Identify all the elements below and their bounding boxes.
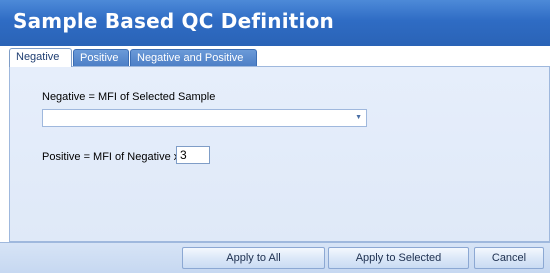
tab-positive[interactable]: Positive <box>73 49 129 66</box>
tab-negative-and-positive[interactable]: Negative and Positive <box>130 49 257 66</box>
apply-to-selected-button[interactable]: Apply to Selected <box>328 247 469 269</box>
dialog-header: Sample Based QC Definition <box>0 0 550 46</box>
dialog-title: Sample Based QC Definition <box>13 9 334 33</box>
tab-negative[interactable]: Negative <box>9 48 72 67</box>
positive-definition-label: Positive = MFI of Negative x <box>42 151 180 163</box>
chevron-down-icon[interactable]: ▼ <box>355 114 362 122</box>
negative-definition-label: Negative = MFI of Selected Sample <box>42 91 216 103</box>
multiplier-input[interactable]: 3 <box>176 146 210 164</box>
cancel-button[interactable]: Cancel <box>474 247 544 269</box>
apply-to-all-button[interactable]: Apply to All <box>182 247 325 269</box>
sample-select-dropdown[interactable]: ▼ <box>42 109 367 127</box>
